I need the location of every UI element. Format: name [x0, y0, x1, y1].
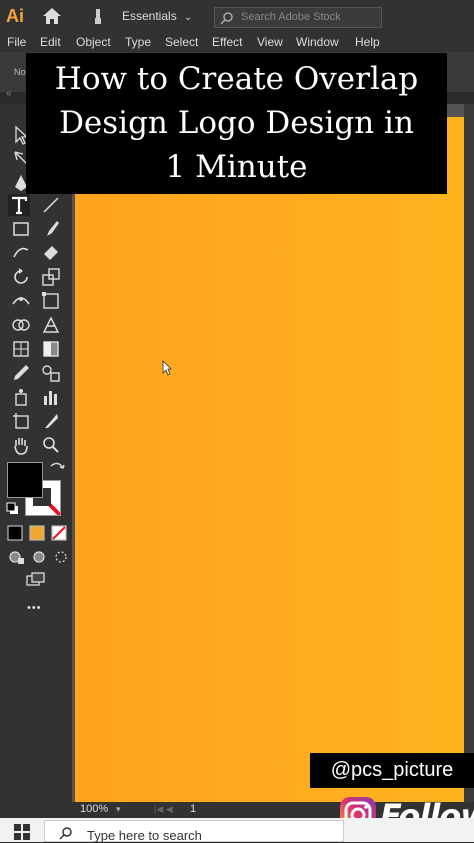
- paintbrush-tool-icon[interactable]: [40, 218, 62, 240]
- taskbar-search-placeholder: Type here to search: [87, 828, 202, 843]
- stock-search-input[interactable]: Search Adobe Stock: [214, 7, 382, 28]
- artboard[interactable]: [75, 117, 465, 802]
- width-tool-icon[interactable]: [10, 290, 32, 312]
- color-mode-icon[interactable]: [4, 522, 26, 544]
- handle-badge: @pcs_picture: [310, 753, 474, 788]
- draw-behind-icon[interactable]: [28, 546, 50, 568]
- menu-type[interactable]: Type: [125, 35, 151, 49]
- slice-tool-icon[interactable]: [40, 410, 62, 432]
- vertical-scrollbar[interactable]: [464, 104, 474, 802]
- menu-bar: File Edit Object Type Select Effect View…: [0, 34, 474, 52]
- gradient-tool-icon[interactable]: [40, 338, 62, 360]
- search-icon: [59, 827, 72, 840]
- swap-fill-stroke-icon[interactable]: [46, 458, 68, 480]
- column-graph-tool-icon[interactable]: [40, 386, 62, 408]
- hand-tool-icon[interactable]: [10, 434, 32, 456]
- artboard-tool-icon[interactable]: [10, 410, 32, 432]
- menu-select[interactable]: Select: [165, 35, 198, 49]
- edit-toolbar-button[interactable]: •••: [27, 602, 42, 614]
- search-icon: [220, 12, 233, 25]
- free-transform-tool-icon[interactable]: [40, 290, 62, 312]
- app-bar: Ai Essentials ⌄ Search Adobe Stock: [0, 0, 474, 34]
- windows-start-icon[interactable]: [14, 824, 30, 840]
- creator-handle: @pcs_picture: [330, 759, 454, 781]
- title-line-2: Design Logo Design in: [59, 105, 414, 141]
- zoom-tool-icon[interactable]: [40, 434, 62, 456]
- screen-mode-icon[interactable]: [24, 570, 46, 592]
- eraser-tool-icon[interactable]: [40, 242, 62, 264]
- video-title-overlay: How to Create Overlap Design Logo Design…: [26, 53, 447, 194]
- blend-tool-icon[interactable]: [40, 362, 62, 384]
- shaper-tool-icon[interactable]: [10, 242, 32, 264]
- title-line-1: How to Create Overlap: [54, 61, 419, 97]
- menu-help[interactable]: Help: [355, 35, 380, 49]
- windows-taskbar: Type here to search: [0, 818, 474, 843]
- mesh-tool-icon[interactable]: [10, 338, 32, 360]
- menu-object[interactable]: Object: [76, 35, 111, 49]
- symbol-sprayer-tool-icon[interactable]: [10, 386, 32, 408]
- collapse-panel-button[interactable]: «: [6, 88, 12, 99]
- gradient-mode-icon[interactable]: [26, 522, 48, 544]
- chevron-down-icon[interactable]: ▾: [116, 804, 121, 815]
- title-line-3: 1 Minute: [165, 149, 308, 185]
- chevron-down-icon[interactable]: ⌄: [184, 12, 192, 23]
- zoom-level[interactable]: 100%: [80, 803, 108, 815]
- search-placeholder: Search Adobe Stock: [241, 11, 341, 23]
- none-mode-icon[interactable]: [48, 522, 70, 544]
- menu-effect[interactable]: Effect: [212, 35, 242, 49]
- drawing-mode-icon[interactable]: [6, 546, 28, 568]
- rotate-tool-icon[interactable]: [10, 266, 32, 288]
- rectangle-tool-icon[interactable]: [10, 218, 32, 240]
- arrange-documents-icon[interactable]: [92, 8, 104, 26]
- artboard-prev-icons[interactable]: |◀ ◀: [154, 804, 173, 815]
- menu-window[interactable]: Window: [296, 35, 339, 49]
- perspective-grid-tool-icon[interactable]: [40, 314, 62, 336]
- scale-tool-icon[interactable]: [40, 266, 62, 288]
- draw-inside-icon[interactable]: [50, 546, 72, 568]
- line-tool-icon[interactable]: [40, 194, 62, 216]
- menu-file[interactable]: File: [7, 35, 26, 49]
- eyedropper-tool-icon[interactable]: [10, 362, 32, 384]
- shape-builder-tool-icon[interactable]: [10, 314, 32, 336]
- type-tool-icon[interactable]: [8, 194, 30, 216]
- home-icon[interactable]: [42, 7, 62, 25]
- selection-status: No: [14, 67, 26, 77]
- menu-view[interactable]: View: [257, 35, 283, 49]
- taskbar-search-input[interactable]: Type here to search: [44, 820, 344, 843]
- artboard-number[interactable]: 1: [190, 803, 196, 815]
- menu-edit[interactable]: Edit: [40, 35, 61, 49]
- fill-swatch-front[interactable]: [7, 462, 43, 498]
- default-fill-stroke-icon[interactable]: [4, 500, 26, 522]
- mouse-cursor-icon: [162, 360, 172, 376]
- illustrator-logo: Ai: [6, 6, 24, 26]
- workspace-switcher[interactable]: Essentials: [122, 9, 177, 23]
